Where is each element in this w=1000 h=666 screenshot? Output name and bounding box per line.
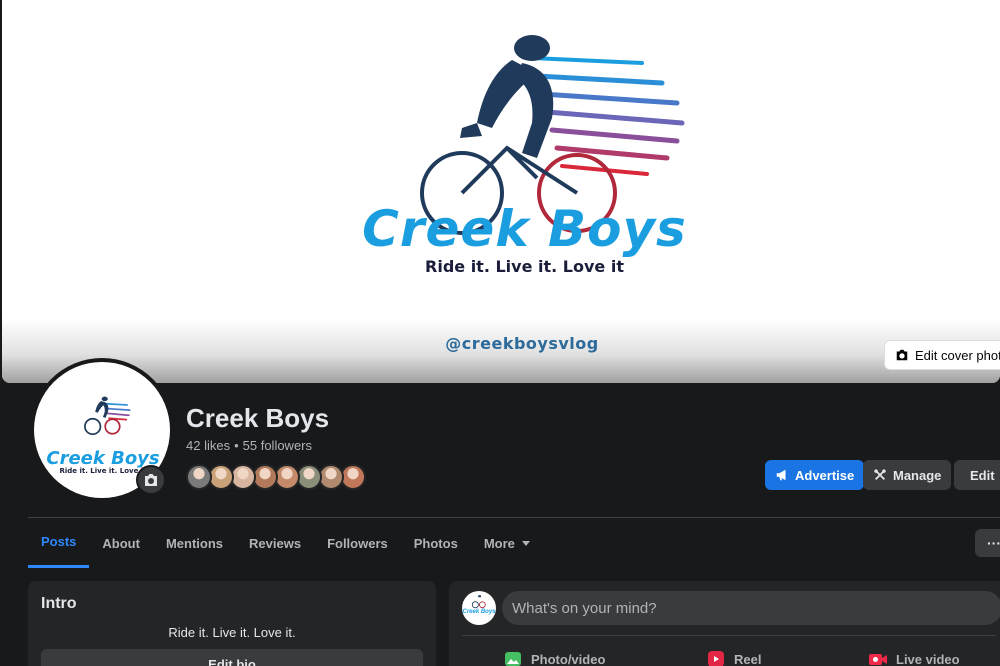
update-profile-picture-button[interactable] xyxy=(136,465,166,495)
tab-label: Mentions xyxy=(165,535,224,551)
whats-on-your-mind-input[interactable]: What's on your mind? xyxy=(502,591,1000,625)
megaphone-icon xyxy=(776,469,786,481)
intro-title: Intro xyxy=(41,595,77,612)
live-video-icon xyxy=(869,654,887,665)
cover-tagline: Ride it. Live it. Love it xyxy=(425,257,624,276)
cover-photo[interactable]: Creek Boys Ride it. Live it. Love it @cr… xyxy=(2,0,1000,383)
tab-followers[interactable]: Followers xyxy=(314,518,401,568)
tab-label: More xyxy=(483,535,515,551)
header-actions: Advertise xyxy=(765,460,865,490)
tab-posts[interactable]: Posts xyxy=(28,518,90,568)
tab-label: Photos xyxy=(413,535,458,551)
photo-video-button[interactable]: Photo/video xyxy=(503,649,605,666)
follower-avatar[interactable] xyxy=(186,464,212,490)
composer-divider xyxy=(462,635,996,636)
tab-more[interactable]: More xyxy=(471,518,544,568)
reel-label: Reel xyxy=(734,651,762,666)
avatar[interactable]: Creek Boys xyxy=(462,591,496,625)
photo-video-label: Photo/video xyxy=(531,651,606,666)
followers-count[interactable]: 55 followers xyxy=(243,438,312,453)
advertise-button[interactable]: Advertise xyxy=(765,460,865,490)
tab-photos[interactable]: Photos xyxy=(401,518,471,568)
reel-icon xyxy=(708,651,724,666)
header-actions-manage: Manage xyxy=(863,460,952,490)
ellipsis-icon: ··· xyxy=(987,535,1000,551)
tab-mentions[interactable]: Mentions xyxy=(153,518,236,568)
tab-label: Reviews xyxy=(249,535,302,551)
tab-reviews[interactable]: Reviews xyxy=(236,518,314,568)
cover-handle: @creekboysvlog xyxy=(445,334,599,353)
photo-icon xyxy=(505,652,521,666)
edit-button[interactable]: Edit xyxy=(954,460,1000,490)
camera-icon xyxy=(896,349,908,361)
avatar-brand-name: Creek Boys xyxy=(462,609,496,615)
tab-label: Posts xyxy=(41,534,77,549)
manage-label: Manage xyxy=(893,467,942,483)
camera-icon xyxy=(145,474,157,486)
manage-button[interactable]: Manage xyxy=(863,460,952,490)
page-tabs: Posts About Mentions Reviews Followers P… xyxy=(28,518,544,568)
tab-about[interactable]: About xyxy=(89,518,153,568)
intro-bio: Ride it. Live it. Love it. xyxy=(168,625,296,640)
page-stats: 42 likes • 55 followers xyxy=(186,438,312,453)
edit-cover-label: Edit cover photo xyxy=(915,347,1000,363)
header-actions-edit: Edit xyxy=(954,460,1000,490)
edit-label: Edit xyxy=(970,467,995,483)
edit-cover-photo-button[interactable]: Edit cover photo xyxy=(884,340,1000,370)
live-video-button[interactable]: Live video xyxy=(868,649,960,666)
follower-avatars[interactable] xyxy=(186,464,366,490)
cover-brand-name: Creek Boys xyxy=(362,200,687,258)
cyclist-logo-icon xyxy=(84,396,131,436)
live-video-label: Live video xyxy=(896,651,960,666)
reel-button[interactable]: Reel xyxy=(706,649,761,666)
intro-card: Intro Ride it. Live it. Love it. Edit bi… xyxy=(28,581,436,666)
tab-label: Followers xyxy=(327,535,388,551)
advertise-label: Advertise xyxy=(795,467,855,483)
more-options-button[interactable]: ··· xyxy=(975,529,1000,557)
stats-separator: • xyxy=(234,438,239,453)
tab-label: About xyxy=(102,535,140,551)
caret-down-icon xyxy=(521,541,530,546)
post-composer: Creek Boys What's on your mind? Photo/vi… xyxy=(449,581,1000,666)
page-title: Creek Boys xyxy=(186,403,330,433)
likes-count[interactable]: 42 likes xyxy=(186,438,230,453)
tools-icon xyxy=(874,469,886,480)
edit-bio-button[interactable]: Edit bio xyxy=(41,649,423,666)
